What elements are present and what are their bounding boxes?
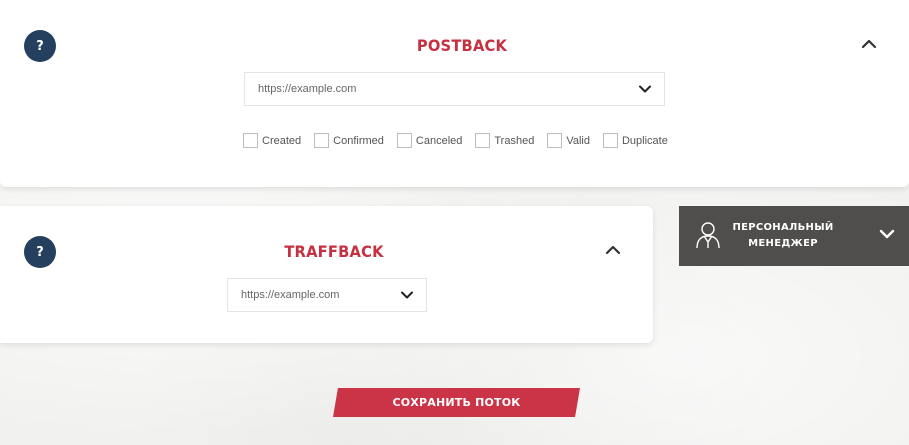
- person-icon: [696, 222, 720, 249]
- checkbox[interactable]: [602, 133, 618, 148]
- personal-manager-line2: МЕНЕДЖЕР: [748, 238, 818, 249]
- checkbox-label: Trashed: [494, 134, 535, 147]
- chevron-up-icon: [861, 39, 877, 49]
- chevron-down-icon: [401, 291, 413, 299]
- checkbox-label: Duplicate: [621, 134, 668, 147]
- postback-help-icon[interactable]: ?: [24, 30, 56, 62]
- traffback-title: TRAFFBACK: [284, 242, 384, 261]
- checkbox[interactable]: [243, 133, 258, 148]
- postback-collapse-button[interactable]: [857, 32, 881, 56]
- traffback-url-select[interactable]: https://example.com: [227, 278, 427, 312]
- checkbox[interactable]: [547, 133, 563, 148]
- status-checkbox-created[interactable]: Created: [243, 133, 301, 148]
- personal-manager-label: ПЕРСОНАЛЬНЫЙ МЕНЕДЖЕР: [731, 220, 835, 252]
- chevron-down-icon: [879, 229, 895, 239]
- checkbox-label: Canceled: [415, 134, 463, 147]
- checkbox-label: Confirmed: [333, 134, 384, 147]
- traffback-card: ? TRAFFBACK https://example.com: [0, 206, 653, 343]
- status-checkbox-trashed[interactable]: Trashed: [475, 133, 534, 148]
- status-checkbox-canceled[interactable]: Canceled: [396, 133, 463, 148]
- postback-status-checkboxes: Created Confirmed Canceled Trashed Valid…: [243, 133, 681, 148]
- postback-card: ? POSTBACK https://example.com Created C…: [0, 0, 909, 187]
- status-checkbox-duplicate[interactable]: Duplicate: [602, 133, 668, 148]
- chevron-down-icon: [639, 85, 651, 93]
- chevron-up-icon: [605, 245, 621, 255]
- checkbox[interactable]: [475, 133, 491, 148]
- checkbox[interactable]: [396, 133, 412, 148]
- traffback-collapse-button[interactable]: [601, 238, 625, 262]
- traffback-help-icon[interactable]: ?: [24, 236, 56, 268]
- status-checkbox-valid[interactable]: Valid: [547, 133, 590, 148]
- personal-manager-line1: ПЕРСОНАЛЬНЫЙ: [732, 222, 834, 233]
- checkbox-label: Created: [262, 134, 302, 147]
- checkbox[interactable]: [314, 133, 330, 148]
- save-stream-button[interactable]: СОХРАНИТЬ ПОТОК: [333, 388, 580, 417]
- postback-url-select[interactable]: https://example.com: [244, 72, 665, 106]
- personal-manager-panel[interactable]: ПЕРСОНАЛЬНЫЙ МЕНЕДЖЕР: [679, 206, 909, 266]
- postback-url-value: https://example.com: [258, 83, 357, 95]
- checkbox-label: Valid: [566, 134, 590, 147]
- postback-title: POSTBACK: [416, 36, 508, 55]
- traffback-url-value: https://example.com: [241, 289, 340, 301]
- status-checkbox-confirmed[interactable]: Confirmed: [314, 133, 384, 148]
